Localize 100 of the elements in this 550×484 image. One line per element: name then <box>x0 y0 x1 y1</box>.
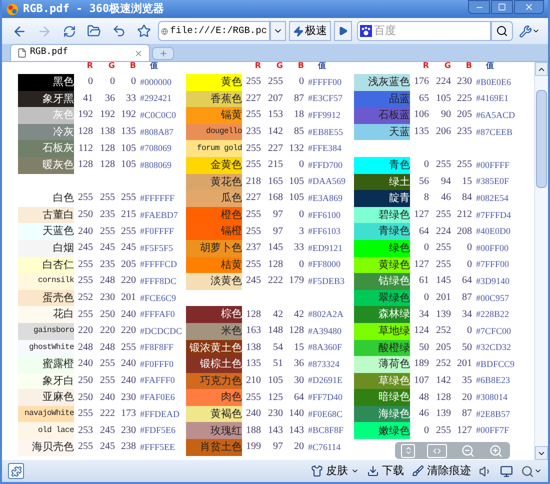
channel-value: 0 <box>466 260 472 270</box>
channel-value: 65 <box>418 94 429 104</box>
hex-value: #8A360F <box>308 343 342 352</box>
color-swatch: 花白 <box>18 306 74 323</box>
status-bar-button[interactable]: 下载 <box>367 462 404 480</box>
channel-value: 173 <box>120 409 136 420</box>
scroll-down-button[interactable] <box>535 446 548 460</box>
channel-value: 255 <box>245 77 261 88</box>
browser-tab[interactable]: RGB.pdf <box>10 44 150 61</box>
extensions-button[interactable] <box>8 463 24 479</box>
speed-mode-button[interactable]: 极速 <box>289 21 331 41</box>
channel-value: 128 <box>77 127 93 138</box>
channel-value: 245 <box>77 243 93 254</box>
color-swatch: 翠绿色 <box>354 290 410 306</box>
color-swatch: 暖灰色 <box>18 156 74 174</box>
channel-value: 255 <box>435 260 451 270</box>
channel-value: 230 <box>456 77 472 88</box>
color-swatch: 青绿色 <box>354 223 410 240</box>
maximize-button[interactable] <box>491 0 513 14</box>
channel-value: 35 <box>461 376 472 386</box>
fit-page-icon <box>404 446 413 455</box>
color-swatch: 绿色 <box>354 240 410 257</box>
channel-value: 0 <box>298 210 304 220</box>
color-swatch: 亚麻色 <box>18 389 74 406</box>
close-button[interactable] <box>514 0 544 14</box>
color-swatch: 肉色 <box>186 389 242 406</box>
channel-value: 128 <box>99 144 115 154</box>
address-field[interactable]: file:///E:/RGB.pc <box>158 21 270 41</box>
channel-value: 255 <box>120 342 136 353</box>
status-bar-button[interactable]: 清除痕迹 <box>412 462 471 480</box>
search-button[interactable] <box>491 21 513 41</box>
channel-value: 189 <box>413 359 429 370</box>
channel-value: 250 <box>99 310 115 320</box>
color-swatch: 钴绿色 <box>354 273 410 290</box>
play-icon <box>338 26 348 36</box>
channel-value: 165 <box>267 176 283 187</box>
hex-value: #6B8E23 <box>476 376 510 386</box>
channel-value: 255 <box>245 110 261 120</box>
hex-value: #FF6103 <box>308 227 341 236</box>
color-swatch: 瓜色 <box>186 190 242 207</box>
star-icon <box>137 24 151 38</box>
search-box[interactable]: 百度 <box>357 21 491 41</box>
channel-value: 188 <box>245 426 261 436</box>
channel-value: 0 <box>130 77 136 88</box>
hex-value: #00FFFF <box>476 160 510 170</box>
channel-value: 220 <box>120 276 136 286</box>
hex-value: #F5F5F5 <box>140 244 174 253</box>
channel-value: 201 <box>456 359 472 370</box>
channel-value: 220 <box>120 326 136 336</box>
column-header: G <box>443 62 451 70</box>
volume-button[interactable] <box>479 464 492 478</box>
color-swatch: old lace <box>18 422 74 440</box>
channel-value: 240 <box>77 359 93 370</box>
channel-value: 255 <box>435 426 451 436</box>
display-button[interactable] <box>500 464 513 478</box>
hex-value: #3D9140 <box>476 276 510 286</box>
channel-value: 0 <box>423 293 429 304</box>
channel-value: 125 <box>267 392 283 403</box>
close-icon <box>524 2 534 12</box>
status-bar-button[interactable]: 皮肤 <box>311 462 359 480</box>
channel-value: 85 <box>293 127 304 138</box>
hex-value: #FFE384 <box>308 144 342 154</box>
channel-value: 179 <box>288 276 304 286</box>
channel-value: 145 <box>435 276 451 286</box>
channel-value: 148 <box>267 326 283 336</box>
color-swatch: 蛋壳色 <box>18 290 74 306</box>
color-swatch: 酸橙绿 <box>354 340 410 356</box>
channel-value: 97 <box>272 226 283 237</box>
color-swatch: 黄色 <box>186 74 242 91</box>
hex-value: #FFFFCD <box>140 260 178 270</box>
color-swatch: 蜜露橙 <box>18 356 74 373</box>
color-swatch: 白烟 <box>18 240 74 257</box>
color-swatch: 香蕉色 <box>186 90 242 108</box>
zoom-button[interactable] <box>521 464 542 478</box>
scrollbar-thumb[interactable] <box>536 90 547 188</box>
channel-value: 225 <box>456 94 472 104</box>
search-field[interactable]: 百度 <box>374 22 488 40</box>
color-swatch: 黄绿色 <box>354 256 410 274</box>
channel-value: 240 <box>77 226 93 237</box>
channel-value: 128 <box>77 160 93 170</box>
hex-value: #00FF7F <box>476 426 510 436</box>
channel-value: 105 <box>267 376 283 386</box>
color-swatch: 镉黄 <box>186 107 242 124</box>
channel-value: 255 <box>77 310 93 320</box>
channel-value: 128 <box>99 160 115 170</box>
play-button[interactable] <box>334 21 352 41</box>
channel-value: 143 <box>267 426 283 436</box>
channel-value: 255 <box>267 77 283 88</box>
broom-icon <box>412 465 424 477</box>
color-swatch: 海绿色 <box>354 406 410 422</box>
channel-value: 42 <box>272 310 283 320</box>
channel-value: 255 <box>99 226 115 237</box>
column-header: B <box>296 62 304 70</box>
channel-value: 128 <box>435 392 451 403</box>
scroll-up-button[interactable] <box>535 62 548 76</box>
channel-value: 248 <box>99 342 115 353</box>
channel-value: 255 <box>245 260 261 270</box>
hex-value: #DCDCDC <box>140 326 182 336</box>
color-swatch: 象牙黑 <box>18 90 74 108</box>
channel-value: 199 <box>245 442 261 452</box>
